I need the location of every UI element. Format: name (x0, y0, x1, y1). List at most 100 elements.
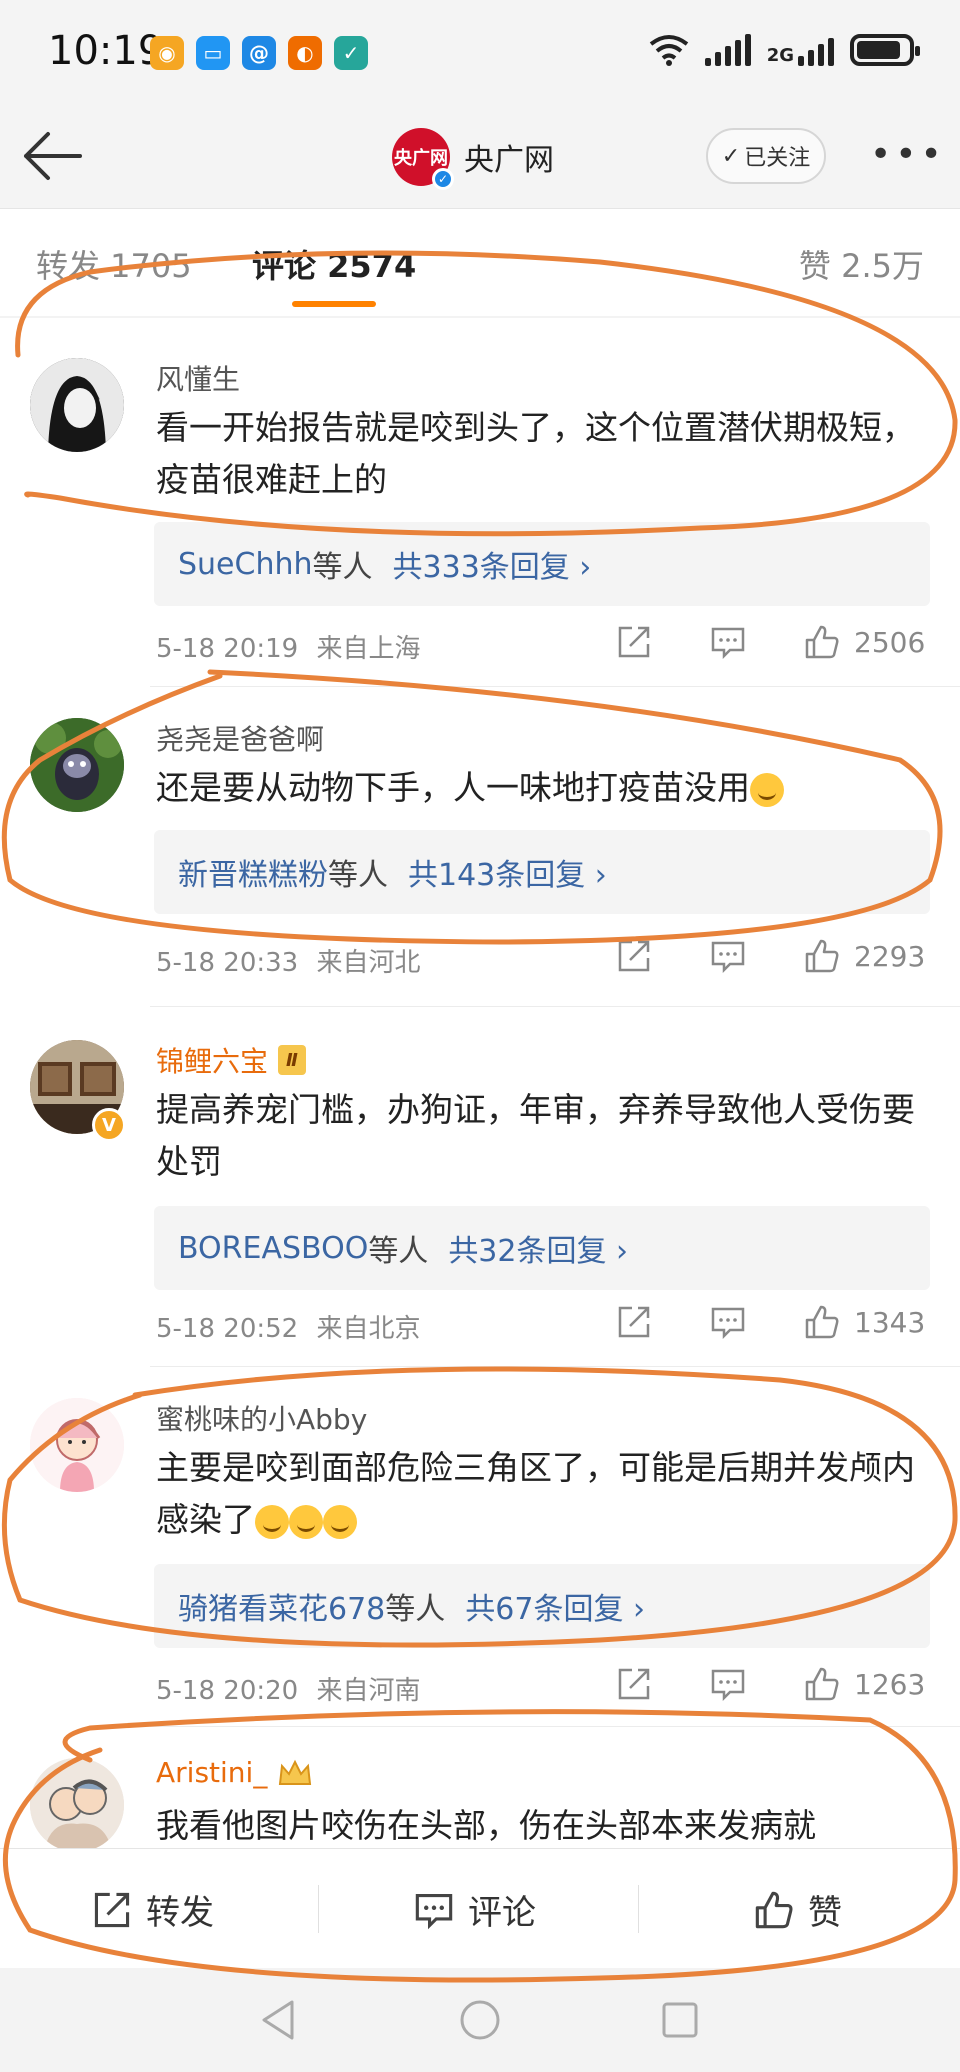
comment-actions: 1263 (616, 1666, 925, 1702)
comment-text: 我看他图片咬伤在头部，伤在头部本来发病就 (156, 1806, 816, 1845)
avatar[interactable] (30, 1758, 124, 1848)
repost-button[interactable]: 转发 (92, 1885, 214, 1934)
divider (638, 1885, 639, 1933)
comment-button[interactable]: 评论 (414, 1885, 536, 1934)
verified-icon: ✓ (432, 168, 454, 190)
like-button[interactable]: 赞 (754, 1885, 842, 1934)
comment-text: 提高养宠门槛，办狗证，年审，弃养导致他人受伤要处罚 (156, 1090, 915, 1181)
share-icon[interactable] (616, 938, 652, 974)
comment-icon[interactable] (710, 1304, 746, 1340)
like-count: 2506 (854, 625, 926, 659)
avatar[interactable] (30, 1398, 124, 1492)
reply-mid: 等人 (312, 550, 373, 585)
account-name[interactable]: 央广网 (464, 135, 554, 179)
avatar-image (30, 1398, 124, 1492)
back-button[interactable] (18, 126, 88, 186)
comment-username[interactable]: 锦鲤六宝 Ⅱ (156, 1040, 306, 1080)
comment-actions: 2293 (616, 938, 925, 974)
repost-label: 转发 (146, 1893, 214, 1933)
comment-time: 5-18 20:33 (156, 948, 299, 978)
reply-user[interactable]: BOREASBOO (178, 1231, 368, 1266)
comment-icon[interactable] (710, 1666, 746, 1702)
like-count: 2293 (854, 939, 926, 973)
signal-icon (704, 34, 751, 66)
like-icon[interactable] (804, 938, 840, 974)
comment-time: 5-18 20:19 (156, 634, 299, 664)
account-logo-text: 央广网 (394, 148, 448, 169)
tab-repost[interactable]: 转发 1705 (36, 241, 192, 287)
reply-summary[interactable]: 新晋糕糕粉 等人 共143条回复 › (154, 830, 930, 914)
comment-item: 风懂生 看一开始报告就是咬到头了，这个位置潜伏期极短，疫苗很难赶上的 SueCh… (0, 318, 960, 688)
like-icon[interactable] (804, 624, 840, 660)
reply-summary[interactable]: 骑猪看菜花678 等人 共67条回复 › (154, 1564, 930, 1648)
share-icon[interactable] (616, 1304, 652, 1340)
follow-button[interactable]: ✓ 已关注 (706, 128, 826, 184)
like-label: 赞 (808, 1893, 842, 1933)
account-avatar[interactable]: 央广网 ✓ (392, 128, 454, 190)
comment-location: 来自河北 (316, 948, 421, 978)
like-count: 1263 (854, 1667, 926, 1701)
comment-actions: 1343 (616, 1304, 925, 1340)
share-icon[interactable] (616, 624, 652, 660)
crying-emoji-icon (323, 1504, 357, 1539)
vip-badge-icon: V (92, 1108, 126, 1142)
comment-meta: 5-18 20:33 来自河北 (156, 942, 420, 979)
like-icon[interactable] (804, 1304, 840, 1340)
reply-count[interactable]: 共32条回复 › (448, 1226, 628, 1270)
network-label: 2G (766, 45, 794, 66)
member-level-badge: Ⅱ (278, 1045, 306, 1075)
browser-icon: @ (242, 36, 276, 70)
system-nav-bar (0, 1968, 960, 2072)
top-nav: 央广网 ✓ 央广网 ✓ 已关注 ••• (0, 110, 960, 208)
comment-item: Aristini_ 我看他图片咬伤在头部，伤在头部本来发病就 (0, 1728, 960, 1848)
avatar-image (30, 358, 124, 452)
comment-location: 来自上海 (316, 634, 421, 664)
comment-icon[interactable] (710, 624, 746, 660)
shield-icon: ✓ (334, 36, 368, 70)
comment-meta: 5-18 20:19 来自上海 (156, 628, 420, 665)
account-header[interactable]: 央广网 ✓ 央广网 (392, 128, 554, 190)
comment-text: 主要是咬到面部危险三角区了，可能是后期并发颅内感染了 (156, 1442, 916, 1546)
reply-count[interactable]: 共333条回复 › (393, 542, 592, 586)
avatar-image (30, 1758, 124, 1848)
crying-emoji-icon (289, 1504, 323, 1539)
active-tab-indicator (292, 301, 376, 307)
avatar[interactable] (30, 358, 124, 452)
share-icon[interactable] (616, 1666, 652, 1702)
reply-count[interactable]: 共67条回复 › (465, 1584, 645, 1628)
comment-icon (415, 1893, 453, 1929)
reply-summary[interactable]: BOREASBOO 等人 共32条回复 › (154, 1206, 930, 1290)
back-arrow-icon (24, 132, 82, 180)
comment-username[interactable]: 风懂生 (156, 358, 240, 398)
comment-item: 尧尧是爸爸啊 还是要从动物下手，人一味地打疫苗没用 新晋糕糕粉 等人 共143条… (0, 688, 960, 1008)
more-options-icon[interactable]: ••• (870, 134, 946, 175)
reply-user[interactable]: SueChhh (178, 547, 313, 582)
comment-actions: 2506 (616, 624, 925, 660)
comment-username[interactable]: Aristini_ (156, 1756, 313, 1789)
status-bar: 10:19 ◉ ▭ @ ◐ ✓ 2G (0, 0, 960, 110)
nav-home-icon[interactable] (458, 1998, 502, 2042)
clock: 10:19 (48, 28, 164, 74)
reply-summary[interactable]: SueChhh 等人 共333条回复 › (154, 522, 930, 606)
avatar[interactable] (30, 718, 124, 812)
comment-username[interactable]: 蜜桃味的小Abby (156, 1398, 367, 1438)
like-icon[interactable] (804, 1666, 840, 1702)
comment-username[interactable]: 尧尧是爸爸啊 (156, 718, 324, 758)
nav-recents-icon[interactable] (660, 2000, 700, 2040)
comment-text: 看一开始报告就是咬到头了，这个位置潜伏期极短，疫苗很难赶上的 (156, 408, 915, 499)
comment-list[interactable]: 风懂生 看一开始报告就是咬到头了，这个位置潜伏期极短，疫苗很难赶上的 SueCh… (0, 318, 960, 1848)
divider (150, 1006, 960, 1007)
avatar-image (30, 718, 124, 812)
divider (318, 1885, 319, 1933)
reply-mid: 等人 (368, 1234, 429, 1269)
comment-time: 5-18 20:20 (156, 1676, 299, 1706)
nav-back-icon[interactable] (258, 1998, 298, 2042)
reply-user[interactable]: 新晋糕糕粉 (178, 850, 328, 894)
reply-count[interactable]: 共143条回复 › (408, 850, 607, 894)
reply-user[interactable]: 骑猪看菜花678 (178, 1584, 385, 1628)
battery-icon (850, 34, 920, 66)
comment-text: 还是要从动物下手，人一味地打疫苗没用 (156, 762, 916, 814)
comment-icon[interactable] (710, 938, 746, 974)
tab-likes[interactable]: 赞 2.5万 (799, 241, 924, 287)
tab-comments[interactable]: 评论 2574 (252, 241, 416, 287)
